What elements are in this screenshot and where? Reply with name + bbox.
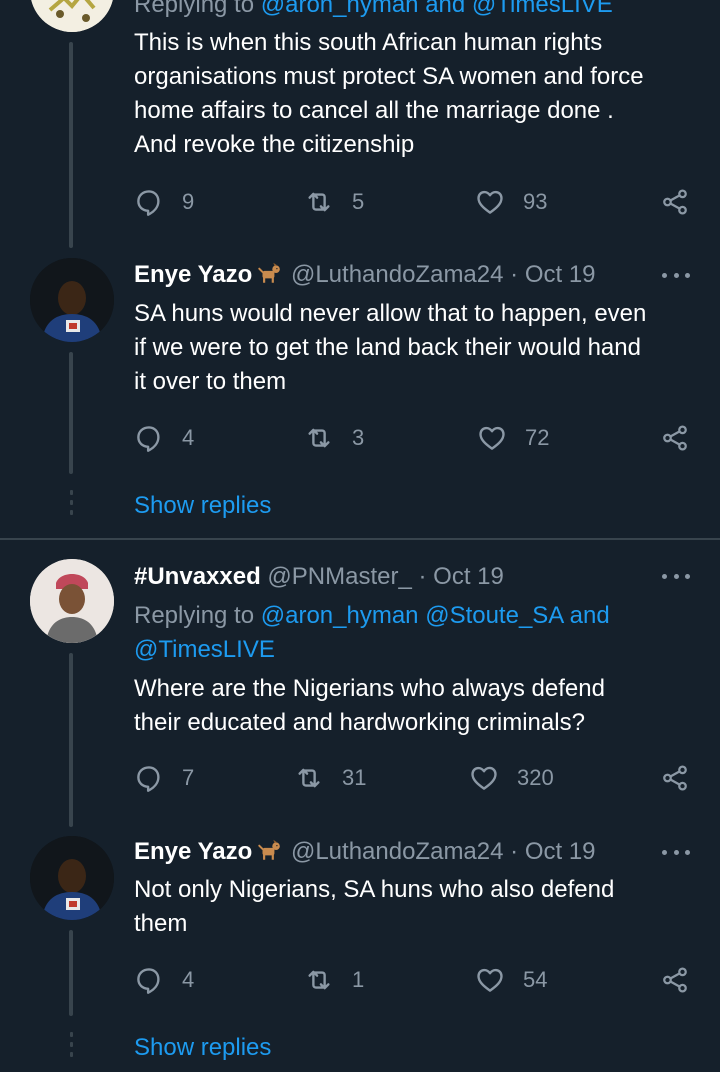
tweet-date[interactable]: · Oct 19 (510, 261, 595, 288)
share-button[interactable] (660, 418, 690, 458)
share-icon (660, 763, 690, 793)
dog-icon (254, 260, 284, 286)
like-icon (469, 763, 499, 793)
like-button[interactable]: 320 (469, 758, 554, 798)
reply-button[interactable]: 4 (134, 960, 194, 1000)
like-count: 93 (523, 189, 548, 214)
more-options-icon[interactable] (662, 273, 690, 278)
share-button[interactable] (660, 960, 690, 1000)
tweet-text: Not only Nigerians, SA huns who also def… (134, 876, 615, 937)
share-icon (660, 423, 690, 453)
tweet-actions: 4 1 54 (134, 960, 694, 1000)
like-button[interactable]: 93 (475, 182, 547, 222)
thread-line (69, 42, 73, 248)
tweet-text: SA huns would never allow that to happen… (134, 300, 647, 395)
like-icon (477, 423, 507, 453)
share-icon (660, 187, 690, 217)
retweet-count: 31 (342, 765, 367, 790)
thread-line (69, 653, 73, 827)
tweet-header: #Unvaxxed @PNMaster_ · Oct 19 (134, 562, 504, 592)
retweet-icon (294, 763, 324, 793)
tweet-date[interactable]: · Oct 19 (510, 838, 595, 865)
retweet-count: 5 (352, 189, 365, 214)
tweet-date[interactable]: · Oct 19 (412, 563, 503, 590)
like-icon (475, 187, 505, 217)
divider (0, 538, 720, 540)
tweet-header: Enye Yazo @LuthandoZama24 · Oct 19 (134, 260, 596, 290)
tweet-text: Where are the Nigerians who always defen… (134, 675, 605, 736)
display-name[interactable]: Enye Yazo (134, 261, 252, 288)
mention-link[interactable]: @TimesLIVE (134, 636, 275, 663)
avatar[interactable] (30, 836, 114, 920)
user-handle[interactable]: @LuthandoZama24 (291, 261, 504, 288)
avatar[interactable] (30, 0, 114, 32)
mention-link[interactable]: @aron_hyman @Stoute_SA (261, 602, 563, 629)
like-count: 54 (523, 967, 548, 992)
reply-count: 4 (182, 425, 195, 450)
replying-to: Replying to @aron_hyman @Stoute_SA and @… (134, 602, 610, 663)
more-replies-dots (69, 490, 73, 515)
user-handle[interactable]: @PNMaster_ (267, 563, 411, 590)
reply-count: 7 (182, 765, 195, 790)
avatar[interactable] (30, 258, 114, 342)
reply-count: 9 (182, 189, 195, 214)
show-replies-link[interactable]: Show replies (134, 491, 271, 521)
show-replies-link[interactable]: Show replies (134, 1033, 271, 1063)
thread-line (69, 930, 73, 1016)
tweet-text: This is when this south African human ri… (134, 29, 644, 158)
retweet-icon (304, 187, 334, 217)
reply-icon (134, 423, 164, 453)
tweet-header: Enye Yazo @LuthandoZama24 · Oct 19 (134, 837, 596, 867)
retweet-button[interactable]: 1 (304, 960, 364, 1000)
mention-link[interactable]: @aron_hyman and @TimesLIVE (261, 0, 613, 18)
retweet-icon (304, 423, 334, 453)
like-button[interactable]: 54 (475, 960, 547, 1000)
more-options-icon[interactable] (662, 850, 690, 855)
user-handle[interactable]: @LuthandoZama24 (291, 838, 504, 865)
avatar[interactable] (30, 559, 114, 643)
reply-count: 4 (182, 967, 195, 992)
like-button[interactable]: 72 (477, 418, 549, 458)
replying-to: Replying to @aron_hyman and @TimesLIVE (134, 0, 694, 22)
display-name[interactable]: #Unvaxxed (134, 563, 261, 590)
share-button[interactable] (660, 758, 690, 798)
reply-icon (134, 965, 164, 995)
like-icon (475, 965, 505, 995)
tweet-actions: 9 5 93 (134, 182, 694, 222)
retweet-button[interactable]: 5 (304, 182, 364, 222)
share-button[interactable] (660, 182, 690, 222)
more-options-icon[interactable] (662, 574, 690, 579)
display-name[interactable]: Enye Yazo (134, 838, 252, 865)
tweet-actions: 7 31 320 (134, 758, 694, 798)
more-replies-dots (69, 1032, 73, 1057)
reply-button[interactable]: 7 (134, 758, 194, 798)
like-count: 320 (517, 765, 554, 790)
reply-icon (134, 763, 164, 793)
share-icon (660, 965, 690, 995)
reply-icon (134, 187, 164, 217)
dog-icon (254, 837, 284, 863)
retweet-icon (304, 965, 334, 995)
tweet-actions: 4 3 72 (134, 418, 694, 458)
reply-button[interactable]: 9 (134, 182, 194, 222)
retweet-button[interactable]: 31 (294, 758, 366, 798)
thread-line (69, 352, 73, 474)
like-count: 72 (525, 425, 550, 450)
reply-button[interactable]: 4 (134, 418, 194, 458)
retweet-count: 3 (352, 425, 365, 450)
retweet-button[interactable]: 3 (304, 418, 364, 458)
retweet-count: 1 (352, 967, 365, 992)
